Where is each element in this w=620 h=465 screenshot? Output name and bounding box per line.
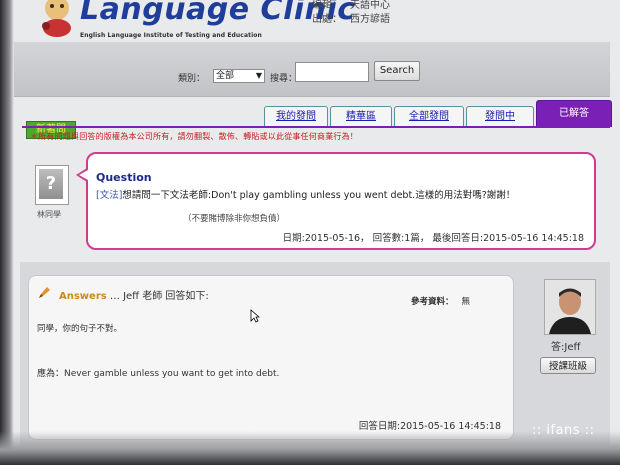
reference: 參考資料： 無 [411,295,470,307]
asker-name: 林同學 [37,210,61,219]
search-input[interactable] [295,62,369,82]
reply-count: 1篇 [404,233,420,244]
tab-answered[interactable]: 已解答 [536,100,612,127]
pencil-icon [39,287,50,298]
teacher-photo [544,279,596,335]
tab-my-questions[interactable]: 我的發問 [264,106,328,127]
answer-heading: Answers … Jeff 老師 回答如下: [59,287,209,302]
avatar: ? [35,165,69,205]
question-date: 2015-05-16 [304,233,361,244]
logo-mascot-icon [42,0,71,37]
category-select[interactable]: 全部 ▼ [213,69,265,83]
question-body: 想請問一下文法老師:Don't play gambling unless you… [122,190,516,201]
source-label: 出處： [312,14,342,25]
answers-label: Answers [59,291,107,302]
teacher-line: … Jeff 老師 回答如下: [109,291,209,302]
date-label: 日期: [282,233,305,244]
reference-value: 無 [461,297,471,307]
tab-featured[interactable]: 精華區 [330,106,392,127]
photo-edge-shadow [0,0,14,465]
answer-box: Answers … Jeff 老師 回答如下: 參考資料： 無 同學，你的句子不對… [28,275,514,440]
category-value: 全部 [216,71,235,81]
answer-date: 回答日期:2015-05-16 14:45:18 [359,418,501,432]
watermark: :: ifans :: [532,423,595,438]
mouse-cursor-icon [250,309,260,323]
tab-underline [22,126,610,128]
question-text: [文法]想請問一下文法老師:Don't play gambling unless… [96,187,515,201]
question-box: Question [文法]想請問一下文法老師:Don't play gambli… [86,152,596,250]
copyright-notice: ＊所有問題與回答的版權為本公司所有，請勿翻製、散佈、轉貼或以此從事任何商業行為！ [30,132,358,141]
search-bar: 類別： 全部 ▼ 搜尋： Search [14,42,610,97]
tab-all-questions[interactable]: 全部發問 [394,106,464,127]
last-reply-date: 2015-05-16 14:45:18 [483,233,584,244]
question-note: （不要賭博除非你想負債） [183,214,286,224]
source-meta: 出處： 西方諺語 [312,10,390,25]
speech-pointer-inner [79,170,88,180]
question-footer: 日期:2015-05-16， 回答數:1篇， 最後回答日:2015-05-16 … [282,233,584,244]
chevron-down-icon: ▼ [255,71,262,80]
teacher-name: 答:Jeff [551,342,581,353]
class-schedule-button[interactable]: 授課班級 [540,357,596,374]
unknown-user-icon: ? [39,169,63,199]
reference-label: 參考資料： [411,297,454,307]
source-value: 西方諺語 [350,14,390,25]
reply-count-label: 回答數: [372,233,405,244]
last-reply-label: 最後回答日: [432,233,484,244]
photo-edge-shadow-bottom [0,431,620,465]
answer-line-2: 應為：Never gamble unless you want to get i… [37,369,280,379]
category-label: 類別： [178,74,206,84]
search-button[interactable]: Search [374,61,420,81]
question-title: Question [96,171,152,184]
question-tag: [文法] [96,190,123,201]
keyword-label: 搜尋： [270,74,298,84]
answer-line-1: 同學，你的句子不對。 [37,324,123,334]
logo-subtitle: English Language Institute of Testing an… [80,32,262,39]
teacher-portrait-icon [545,280,595,334]
tab-pending[interactable]: 發問中 [466,106,534,127]
